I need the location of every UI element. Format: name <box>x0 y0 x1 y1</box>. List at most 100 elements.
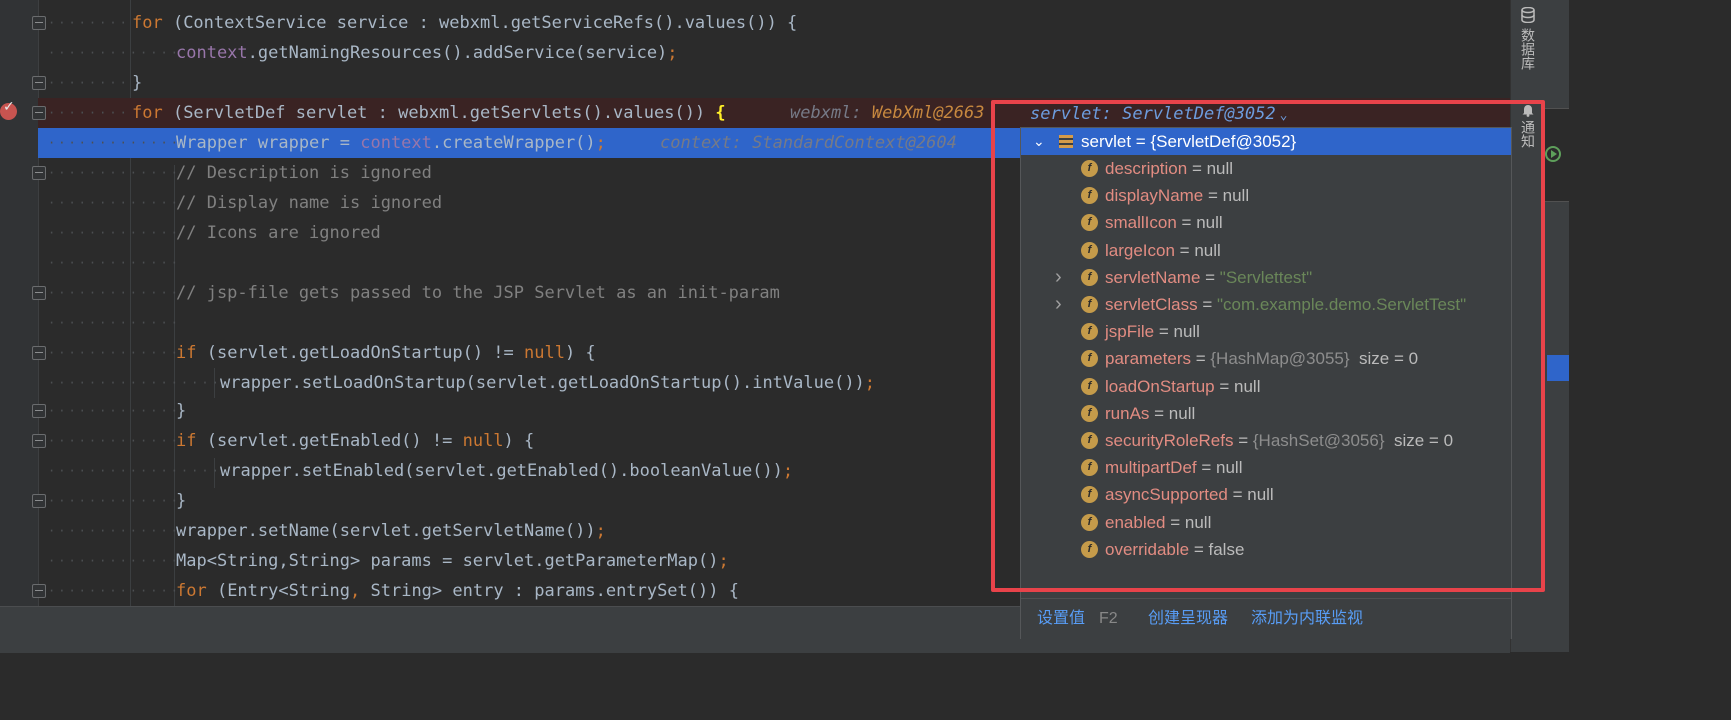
field-row-displayName[interactable]: f displayName = null <box>1021 182 1511 209</box>
fold-marker-icon[interactable] <box>32 434 46 448</box>
code-text: // Description is ignored <box>176 163 432 183</box>
popup-header[interactable]: servlet: ServletDef@3052 ⌄ <box>1030 100 1287 128</box>
chevron-down-icon[interactable]: ⌄ <box>1033 128 1045 155</box>
field-text: servletClass = "com.example.demo.Servlet… <box>1105 291 1466 318</box>
field-row-loadOnStartup[interactable]: f loadOnStartup = null <box>1021 373 1511 400</box>
chevron-right-icon[interactable]: › <box>1055 264 1062 291</box>
chevron-down-icon[interactable]: ⌄ <box>1280 108 1288 123</box>
whitespace-dots: ············· <box>48 166 181 180</box>
field-icon: f <box>1081 540 1098 558</box>
inline-webxml-value: WebXml@2663 <box>871 103 985 123</box>
field-value: "Servlettest" <box>1219 267 1313 287</box>
fold-marker-icon[interactable] <box>32 584 46 598</box>
field-text: jspFile = null <box>1105 318 1200 345</box>
code-text: // jsp-file gets passed to the JSP Servl… <box>176 283 780 303</box>
whitespace-dots: ············· <box>48 136 181 150</box>
line-for-servlets[interactable]: ········ for (ServletDef servlet : webxml… <box>38 98 1510 128</box>
code-text: Map<String,String> params = servlet.getP… <box>176 551 729 571</box>
whitespace-dots: ············· <box>48 196 181 210</box>
field-equals: = <box>1176 213 1197 233</box>
inline-debug-value-context: context: StandardContext@2604 <box>660 133 957 153</box>
field-name: securityRoleRefs <box>1105 431 1234 450</box>
fold-marker-icon[interactable] <box>32 286 46 300</box>
field-value: null <box>1247 485 1274 505</box>
whitespace-dots: ·················· <box>48 376 233 390</box>
create-renderer-link[interactable]: 创建呈现器 <box>1148 599 1228 639</box>
code-text: wrapper.setName(servlet.getServletName()… <box>176 521 606 541</box>
line-close-brace-1[interactable]: ········} <box>38 68 1510 98</box>
field-text: description = null <box>1105 155 1233 182</box>
line-for-service-refs[interactable]: ········ for (ContextService service : we… <box>38 8 1510 38</box>
code-text: if (servlet.getEnabled() != null) { <box>176 431 535 451</box>
field-size: size = 0 <box>1384 431 1454 450</box>
set-value-link[interactable]: 设置值 <box>1037 599 1085 639</box>
field-name: enabled <box>1105 512 1166 532</box>
field-icon: f <box>1081 459 1098 477</box>
inline-webxml-label: webxml: <box>790 103 862 123</box>
database-icon[interactable] <box>1521 6 1535 24</box>
field-value: null <box>1206 159 1234 178</box>
notifications-tool-tab[interactable]: 通知 <box>1517 120 1537 148</box>
tree-root-row[interactable]: ⌄ servlet = {ServletDef@3052} <box>1021 128 1511 155</box>
field-icon: f <box>1081 187 1098 205</box>
popup-footer: 设置值 F2 创建呈现器 添加为内联监视 <box>1021 598 1511 639</box>
field-row-jspFile[interactable]: f jspFile = null <box>1021 318 1511 345</box>
field-name: loadOnStartup <box>1105 376 1215 396</box>
code-text: if (servlet.getLoadOnStartup() != null) … <box>176 343 596 363</box>
chevron-right-icon[interactable]: › <box>1055 291 1062 318</box>
whitespace-dots: ············· <box>48 494 181 508</box>
code-text: } <box>132 73 143 93</box>
field-icon: f <box>1081 268 1098 286</box>
fold-marker-icon[interactable] <box>32 16 46 30</box>
field-value: null <box>1168 403 1196 423</box>
field-row-runAs[interactable]: f runAs = null <box>1021 400 1511 427</box>
fold-marker-icon[interactable] <box>32 166 46 180</box>
field-name: asyncSupported <box>1105 485 1228 505</box>
whitespace-dots: ············· <box>48 46 181 60</box>
field-row-smallIcon[interactable]: f smallIcon = null <box>1021 209 1511 236</box>
fold-marker-icon[interactable] <box>32 404 46 418</box>
inline-debug-value-webxml: webxml: WebXml@2663 <box>790 98 985 128</box>
field-row-largeIcon[interactable]: f largeIcon = null <box>1021 237 1511 264</box>
field-name: overridable <box>1105 539 1190 559</box>
field-row-securityRoleRefs[interactable]: f securityRoleRefs = {HashSet@3056} size … <box>1021 427 1511 454</box>
fold-marker-icon[interactable] <box>32 106 46 120</box>
field-equals: = <box>1165 512 1185 532</box>
code-text: for (ContextService service : webxml.get… <box>132 13 798 33</box>
field-equals: = <box>1197 295 1217 314</box>
code-text: // Icons are ignored <box>176 223 381 243</box>
field-row-servletClass[interactable]: › f servletClass = "com.example.demo.Servl… <box>1021 291 1511 318</box>
debugger-value-popup: ⌄ servlet = {ServletDef@3052} f descripti… <box>1020 127 1512 639</box>
field-text: loadOnStartup = null <box>1105 373 1260 400</box>
whitespace-dots: ············· <box>48 346 181 360</box>
field-icon: f <box>1081 377 1098 395</box>
field-row-description[interactable]: f description = null <box>1021 155 1511 182</box>
field-row-multipartDef[interactable]: f multipartDef = null <box>1021 454 1511 481</box>
add-inline-watch-link[interactable]: 添加为内联监视 <box>1251 599 1363 639</box>
field-value: null <box>1216 458 1243 478</box>
database-tool-tab[interactable]: 数据库 <box>1517 28 1537 70</box>
fold-marker-icon[interactable] <box>32 346 46 360</box>
code-text: for (ServletDef servlet : webxml.getServ… <box>132 103 726 123</box>
field-row-overridable[interactable]: f overridable = false <box>1021 536 1511 563</box>
line-add-service[interactable]: ············· context.getNamingResources(… <box>38 38 1510 68</box>
field-row-servletName[interactable]: › f servletName = "Servlettest" <box>1021 264 1511 291</box>
fold-marker-icon[interactable] <box>32 494 46 508</box>
field-icon: f <box>1081 350 1098 368</box>
field-text: parameters = {HashMap@3055} size = 0 <box>1105 345 1418 372</box>
whitespace-dots: ············· <box>48 554 181 568</box>
whitespace-dots: ············· <box>48 226 181 240</box>
field-icon: f <box>1081 404 1098 422</box>
field-value: null <box>1194 240 1221 260</box>
field-row-asyncSupported[interactable]: f asyncSupported = null <box>1021 481 1511 508</box>
run-icon[interactable] <box>1545 146 1561 162</box>
fold-marker-icon[interactable] <box>32 76 46 90</box>
field-row-enabled[interactable]: f enabled = null <box>1021 509 1511 536</box>
field-text: largeIcon = null <box>1105 237 1221 264</box>
bell-icon[interactable] <box>1521 102 1535 117</box>
field-equals: = <box>1200 267 1220 287</box>
popup-header-text: servlet: ServletDef@3052 <box>1030 104 1276 124</box>
line-gutter[interactable]: ✓ <box>0 0 39 606</box>
field-icon: f <box>1081 486 1098 504</box>
field-row-parameters[interactable]: f parameters = {HashMap@3055} size = 0 <box>1021 345 1511 372</box>
